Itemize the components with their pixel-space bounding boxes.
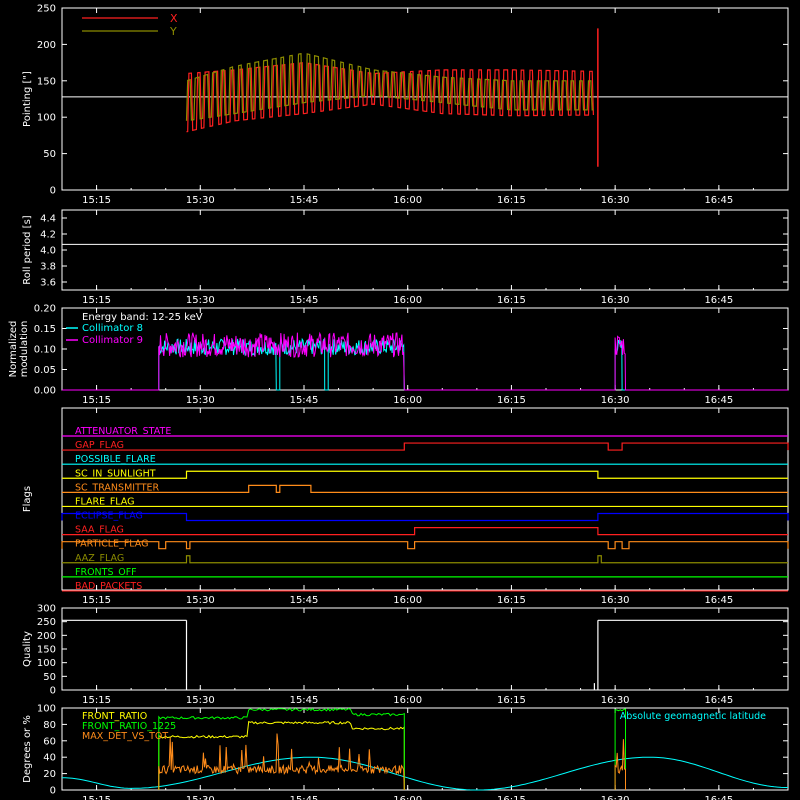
y-tick-label: 50 [43,672,56,683]
y-tick-label: 4.4 [40,214,56,225]
x-tick-label: 15:45 [290,295,319,306]
y-tick-label: 50 [43,149,56,160]
y-tick-label: 3.8 [40,262,56,273]
y-tick-label: 0 [50,786,56,797]
x-tick-label: 15:45 [290,195,319,206]
x-tick-label: 16:45 [704,795,733,800]
legend-label-max-det-vs-tot: MAX_DET_VS_TOT [82,731,168,742]
x-tick-label: 15:30 [186,295,215,306]
y-axis-label: Normalized [8,321,19,378]
x-tick-label: 16:00 [393,595,422,606]
flag-label: FRONTS_OFF [75,567,137,578]
x-tick-label: 15:30 [186,395,215,406]
x-tick-label: 16:45 [704,395,733,406]
x-tick-label: 15:15 [82,795,111,800]
x-tick-label: 16:15 [497,795,526,800]
x-tick-label: 16:30 [601,795,630,800]
x-tick-label: 15:45 [290,595,319,606]
y-tick-label: 250 [37,617,56,628]
legend-label-y: Y [169,25,177,38]
y-tick-label: 0.15 [34,324,56,335]
x-tick-label: 15:45 [290,795,319,800]
y-tick-label: 150 [37,645,56,656]
flag-label: AAZ_FLAG [75,553,124,564]
x-tick-label: 16:30 [601,195,630,206]
y-tick-label: 200 [37,631,56,642]
x-tick-label: 16:45 [704,595,733,606]
x-tick-label: 16:45 [704,195,733,206]
legend-label-x: X [170,12,178,25]
legend-label: Collimator 8 [82,323,143,334]
y-axis-label: modulation [19,321,30,378]
y-tick-label: 40 [43,753,56,764]
y-tick-label: 4.2 [40,230,56,241]
latitude-label: Absolute geomagnetic latitude [620,711,766,722]
y-tick-label: 20 [43,769,56,780]
energy-band-annotation: Energy band: 12-25 keV [82,312,203,323]
y-tick-label: 0 [50,186,56,197]
y-tick-label: 0.20 [34,304,56,315]
y-axis-label: Pointing ["] [22,71,33,127]
y-tick-label: 250 [37,4,56,15]
x-tick-label: 15:15 [82,295,111,306]
y-axis-label: Quality [22,631,33,667]
y-axis-label: Roll period [s] [22,215,33,284]
y-axis-label: Flags [22,486,33,512]
x-tick-label: 15:30 [186,595,215,606]
x-tick-label: 16:30 [601,395,630,406]
x-tick-label: 16:15 [497,195,526,206]
y-tick-label: 0 [50,686,56,697]
flag-label: ECLIPSE_FLAG [75,511,143,522]
x-tick-label: 16:00 [393,295,422,306]
x-tick-label: 16:30 [601,295,630,306]
y-tick-label: 300 [37,604,56,615]
x-tick-label: 16:15 [497,395,526,406]
flag-label: SC_TRANSMITTER [75,482,160,493]
x-tick-label: 15:30 [186,795,215,800]
y-tick-label: 3.6 [40,278,56,289]
x-tick-label: 15:15 [82,195,111,206]
x-tick-label: 15:15 [82,395,111,406]
x-tick-label: 16:00 [393,795,422,800]
x-tick-label: 15:30 [186,195,215,206]
legend-label: Collimator 9 [82,335,143,346]
y-tick-label: 4.0 [40,246,56,257]
y-tick-label: 150 [37,76,56,87]
flag-label: SC_IN_SUNLIGHT [75,468,156,479]
x-tick-label: 16:30 [601,695,630,706]
x-tick-label: 16:30 [601,595,630,606]
x-tick-label: 16:15 [497,295,526,306]
x-tick-label: 16:00 [393,195,422,206]
x-tick-label: 16:00 [393,695,422,706]
y-tick-label: 200 [37,40,56,51]
x-tick-label: 15:15 [82,695,111,706]
y-tick-label: 100 [37,658,56,669]
x-tick-label: 16:45 [704,295,733,306]
x-tick-label: 15:45 [290,695,319,706]
y-tick-label: 0.10 [34,345,56,356]
x-tick-label: 16:15 [497,695,526,706]
flag-label: SAA_FLAG [75,525,124,536]
flag-label: PARTICLE_FLAG [75,539,148,550]
x-tick-label: 16:45 [704,695,733,706]
flag-label: GAP_FLAG [75,440,124,451]
flag-label: ATTENUATOR_STATE [75,426,171,437]
flag-label: POSSIBLE_FLARE [75,454,156,465]
y-tick-label: 80 [43,720,56,731]
x-tick-label: 15:15 [82,595,111,606]
y-tick-label: 0.00 [34,386,56,397]
y-tick-label: 100 [37,704,56,715]
y-tick-label: 0.05 [34,365,56,376]
x-tick-label: 16:15 [497,595,526,606]
y-tick-label: 100 [37,113,56,124]
y-tick-label: 60 [43,736,56,747]
x-tick-label: 15:45 [290,395,319,406]
x-tick-label: 15:30 [186,695,215,706]
flag-label: FLARE_FLAG [75,496,135,507]
y-axis-label: Degrees or % [22,715,33,783]
quicklook-chart: 15:15 15:30 15:45 16:00 16:15 16:30 16:45 0 50 10… [0,0,800,800]
x-tick-label: 16:00 [393,395,422,406]
flag-label: BAD_PACKETS [75,581,142,592]
